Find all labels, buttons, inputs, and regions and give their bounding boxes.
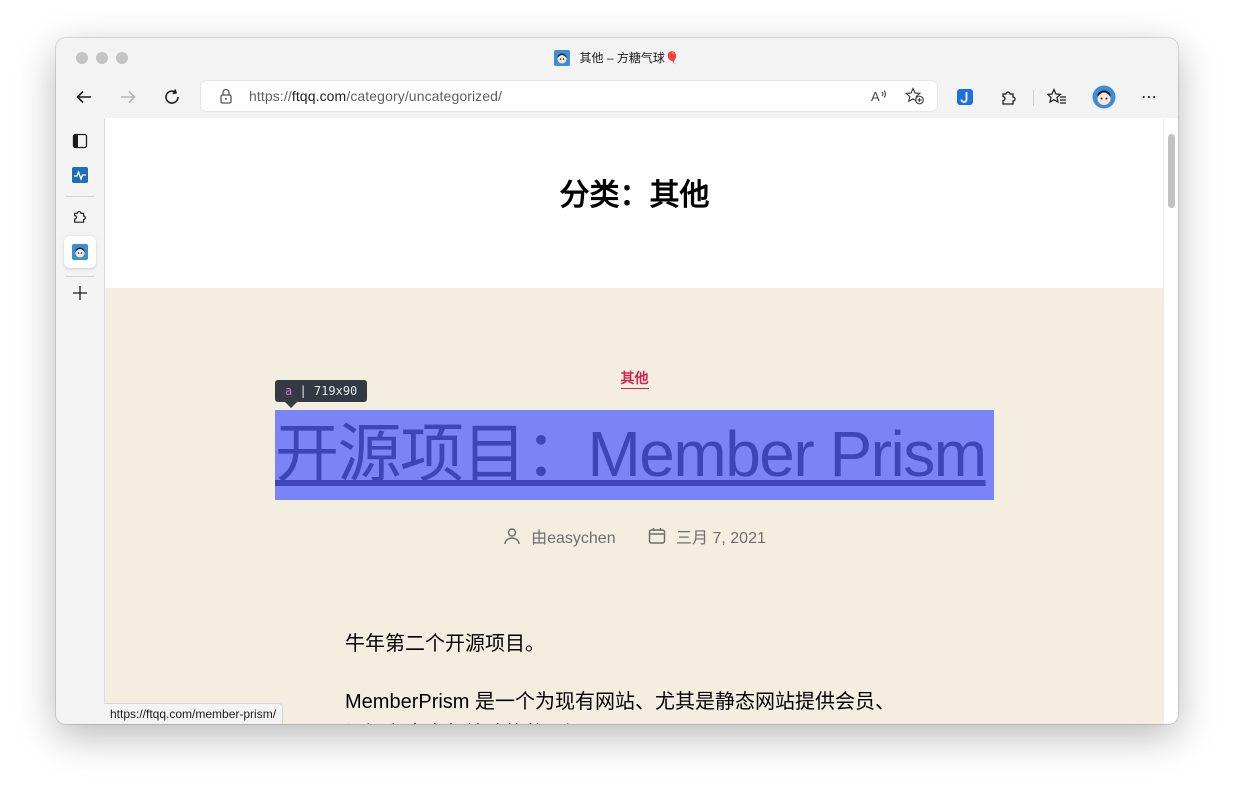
status-bar-link-preview: https://ftqq.com/member-prism/ (104, 703, 284, 724)
browser-toolbar: https://ftqq.com/category/uncategorized/… (56, 76, 1178, 118)
scrollbar-thumb[interactable] (1168, 134, 1175, 208)
profile-button[interactable] (1090, 84, 1118, 110)
tab-title[interactable]: 其他 – 方糖气球🎈 (56, 49, 1178, 66)
post-date: 三月 7, 2021 (648, 524, 766, 548)
paragraph: 牛年第二个开源项目。 (345, 633, 545, 655)
read-aloud-icon: A (871, 89, 887, 104)
sidebar-tab-extensions[interactable] (64, 200, 96, 232)
url-path: /category/uncategorized/ (346, 88, 503, 104)
tab-actions-icon (72, 133, 88, 149)
tab-actions-button[interactable] (64, 125, 96, 157)
back-button[interactable] (70, 84, 98, 110)
more-menu-button[interactable]: ⋯ (1135, 84, 1163, 110)
address-bar[interactable]: https://ftqq.com/category/uncategorized/… (201, 81, 937, 111)
url-prefix: https:// (249, 88, 292, 104)
url-text[interactable]: https://ftqq.com/category/uncategorized/ (249, 88, 502, 104)
inspector-tooltip: a | 719x90 (275, 380, 368, 408)
extensions-button[interactable] (995, 84, 1023, 110)
post-meta: 由easychen 三月 7, 2021 (105, 524, 1164, 550)
site-favicon-icon (72, 244, 88, 260)
back-arrow-icon (76, 90, 91, 104)
post-author: 由easychen (503, 524, 616, 548)
post-excerpt: 牛年第二个开源项目。 MemberPrism 是一个为现有网站、尤其是静态网站提… (345, 628, 905, 724)
post-entry: 其他 a | 719x90 开源项目：Member Prism 由easyche… (105, 288, 1164, 724)
user-icon (504, 528, 520, 545)
browser-window: 其他 – 方糖气球🎈 https://ftqq.com/category/unc… (56, 38, 1178, 724)
category-link[interactable]: 其他 (620, 370, 649, 389)
extension-j-button[interactable] (951, 84, 979, 110)
profile-avatar-icon (1092, 85, 1116, 109)
calendar-icon (648, 528, 666, 544)
refresh-icon (165, 89, 179, 104)
post-title-link[interactable]: 开源项目：Member Prism (275, 418, 1035, 490)
sidebar-tab-monitor[interactable] (64, 159, 96, 191)
web-content: 分类：其他 其他 a | 719x90 开源项目：Member Prism 由e… (104, 118, 1178, 724)
svg-text:A: A (871, 89, 880, 104)
star-add-icon (905, 87, 924, 105)
post-category: 其他 (105, 368, 1164, 389)
lock-icon (220, 88, 232, 104)
inspector-separator: | (292, 384, 314, 398)
paragraph: MemberPrism 是一个为现有网站、尤其是静态网站提供会员、订阅和内容保护… (345, 691, 896, 724)
puzzle-icon (1002, 91, 1016, 105)
read-aloud-button[interactable]: A (871, 88, 889, 104)
page-title: 分类：其他 (559, 179, 710, 212)
new-tab-button[interactable] (64, 277, 96, 309)
sidebar-divider (66, 196, 94, 197)
activity-monitor-icon (72, 167, 88, 183)
vertical-tab-sidebar (56, 118, 104, 724)
extension-j-icon (957, 89, 973, 105)
url-domain: ftqq.com (291, 88, 347, 104)
date-link[interactable]: 三月 7, 2021 (676, 524, 766, 548)
refresh-button[interactable] (158, 84, 186, 110)
add-favorite-button[interactable] (905, 87, 925, 105)
vertical-scrollbar[interactable] (1163, 118, 1178, 724)
inspector-size: 719x90 (313, 384, 358, 398)
title-bar: 其他 – 方糖气球🎈 (56, 38, 1178, 76)
toolbar-divider (1033, 90, 1034, 106)
favorites-button[interactable] (1043, 84, 1071, 110)
more-dots-icon: ⋯ (1141, 89, 1157, 106)
archive-header: 分类：其他 (105, 118, 1164, 288)
forward-arrow-icon (121, 90, 136, 104)
puzzle-icon (74, 210, 86, 223)
site-favicon-icon (554, 49, 571, 66)
plus-icon (73, 286, 87, 300)
sidebar-tab-ftqq[interactable] (64, 236, 96, 268)
forward-button[interactable] (114, 84, 142, 110)
tab-title-text: 其他 – 方糖气球🎈 (579, 51, 680, 65)
author-link[interactable]: 由easychen (531, 524, 616, 548)
favorites-list-icon (1047, 88, 1066, 104)
